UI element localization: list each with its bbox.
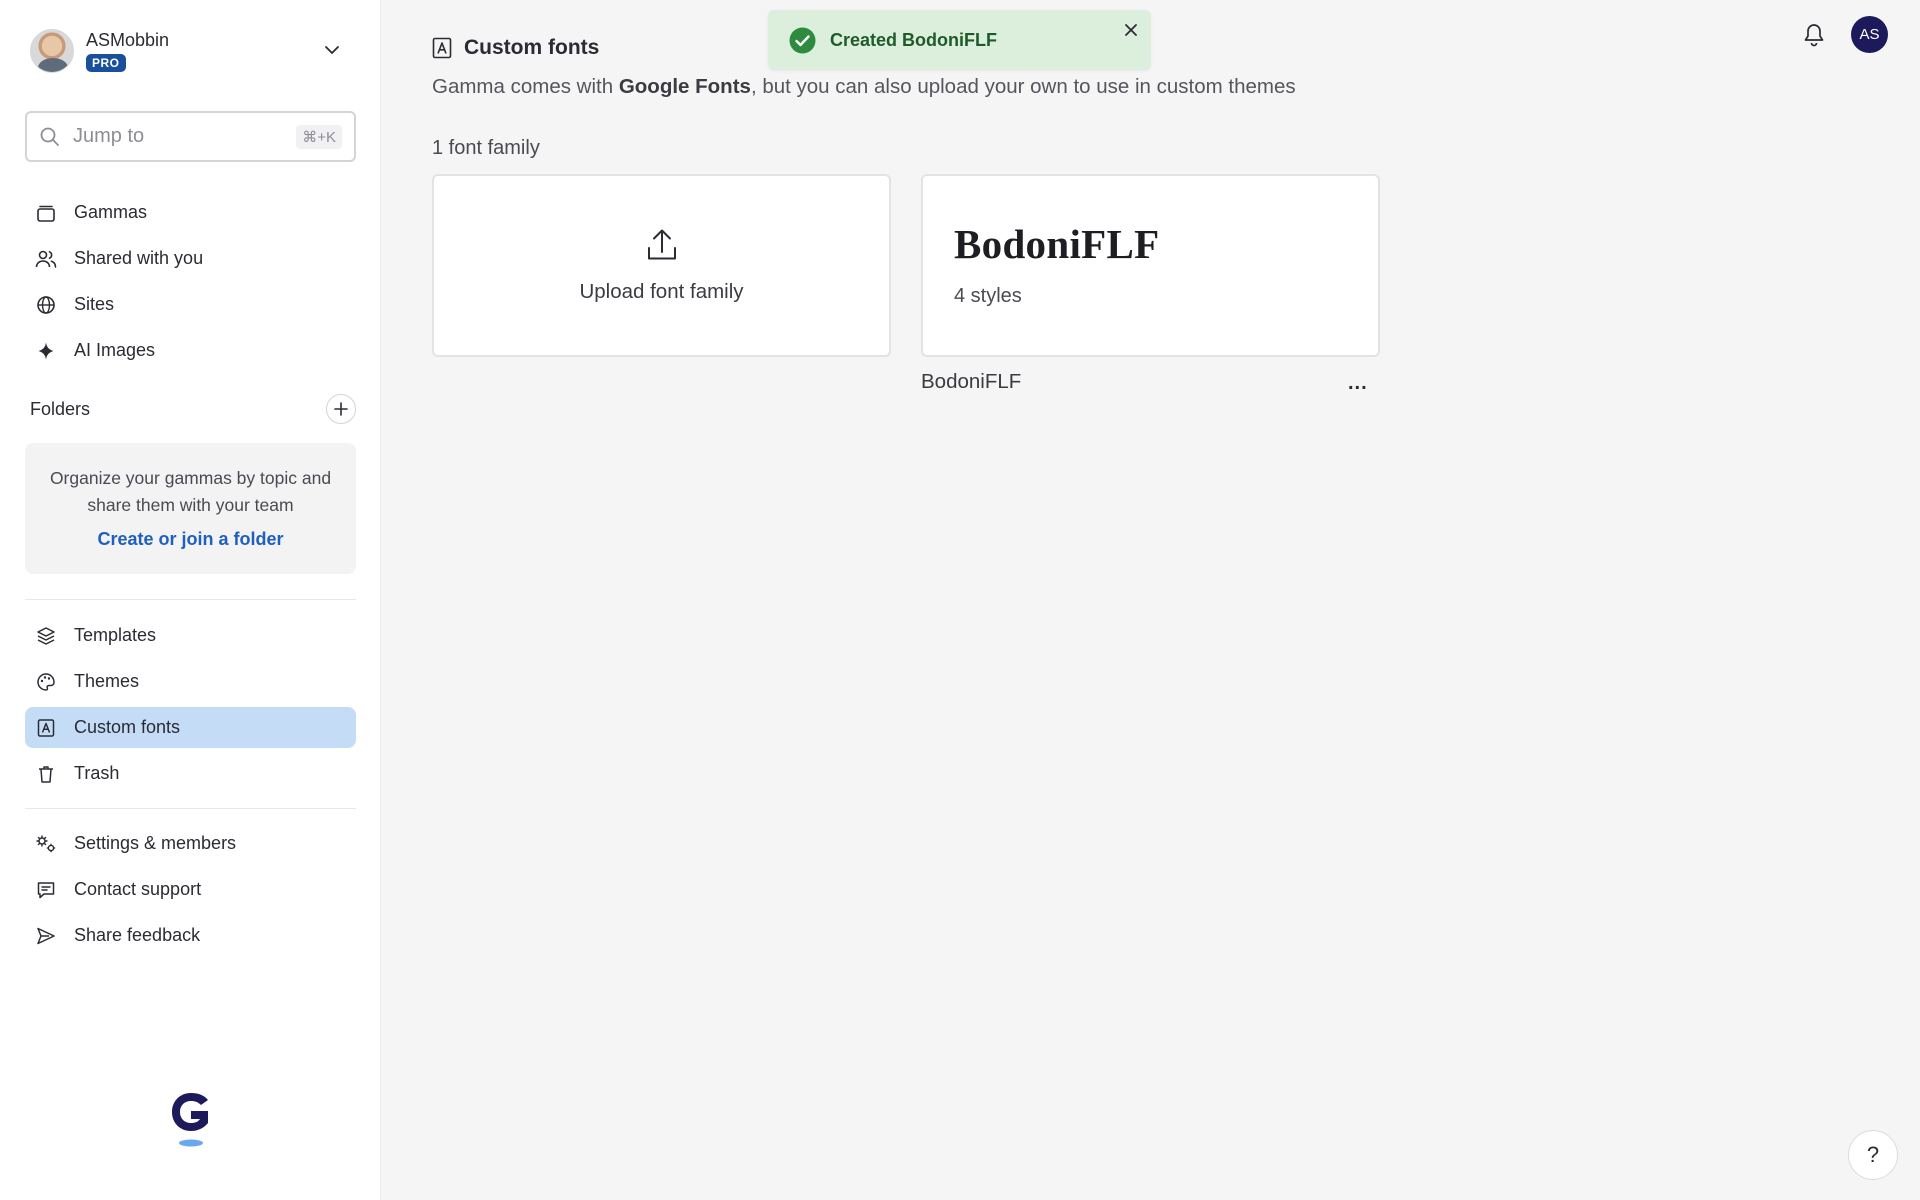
- avatar: [30, 29, 74, 73]
- more-options-button[interactable]: ...: [1348, 372, 1368, 395]
- secondary-nav: Templates Themes Custom fonts Trash: [25, 615, 356, 799]
- nav-item-share-feedback[interactable]: Share feedback: [25, 915, 356, 956]
- font-icon: [35, 717, 57, 739]
- chevron-down-icon[interactable]: [322, 40, 342, 60]
- primary-nav: Gammas Shared with you Sites AI Images: [25, 192, 356, 376]
- divider: [25, 808, 356, 809]
- folders-header: Folders: [30, 392, 356, 426]
- account-switcher[interactable]: ASMobbin PRO: [30, 26, 352, 76]
- upload-label: Upload font family: [579, 279, 744, 303]
- nav-item-themes[interactable]: Themes: [25, 661, 356, 702]
- page-title: Custom fonts: [464, 36, 600, 59]
- nav-item-templates[interactable]: Templates: [25, 615, 356, 656]
- font-icon: [432, 37, 452, 59]
- nav-label: AI Images: [74, 340, 156, 360]
- font-family-name: BodoniFLF: [921, 370, 1022, 393]
- success-toast: Created BodoniFLF: [768, 10, 1151, 70]
- nav-label: Settings & members: [74, 833, 237, 853]
- search-icon: [39, 126, 61, 148]
- plus-icon: [334, 402, 348, 416]
- folders-empty-state: Organize your gammas by topic and share …: [25, 443, 356, 574]
- trash-icon: [35, 763, 57, 785]
- user-avatar-button[interactable]: AS: [1851, 16, 1888, 53]
- font-family-card[interactable]: BodoniFLF 4 styles: [921, 174, 1380, 357]
- toast-message: Created BodoniFLF: [830, 29, 997, 50]
- nav-label: Trash: [74, 763, 120, 783]
- layers-icon: [35, 625, 57, 647]
- nav-item-gammas[interactable]: Gammas: [25, 192, 356, 233]
- send-icon: [35, 925, 57, 947]
- nav-label: Templates: [74, 625, 157, 645]
- nav-label: Themes: [74, 671, 140, 691]
- stack-icon: [35, 202, 57, 224]
- upload-font-button[interactable]: Upload font family: [432, 174, 891, 357]
- gears-icon: [35, 833, 57, 855]
- page-subtitle: Gamma comes with Google Fonts, but you c…: [432, 75, 1296, 99]
- subtitle-emphasis: Google Fonts: [618, 75, 751, 98]
- subtitle-text: Gamma comes with: [432, 75, 619, 98]
- nav-item-sites[interactable]: Sites: [25, 284, 356, 325]
- nav-label: Share feedback: [74, 925, 201, 945]
- upload-icon: [647, 228, 677, 262]
- folders-title: Folders: [30, 398, 91, 419]
- nav-item-custom-fonts[interactable]: Custom fonts: [25, 707, 356, 748]
- page-header: Custom fonts: [432, 36, 599, 60]
- nav-label: Custom fonts: [74, 717, 181, 737]
- font-preview: BodoniFLF: [954, 221, 1160, 267]
- user-name: ASMobbin: [86, 30, 170, 50]
- nav-label: Sites: [74, 294, 115, 314]
- sparkle-icon: [35, 340, 57, 362]
- folders-description: Organize your gammas by topic and share …: [49, 468, 332, 515]
- add-folder-button[interactable]: [326, 394, 356, 424]
- nav-item-shared[interactable]: Shared with you: [25, 238, 356, 279]
- nav-label: Shared with you: [74, 248, 204, 268]
- gamma-logo[interactable]: [170, 1090, 212, 1150]
- nav-item-settings[interactable]: Settings & members: [25, 823, 356, 864]
- sidebar: ASMobbin PRO Jump to ⌘+K Gammas Shared w…: [0, 0, 381, 1200]
- check-circle-icon: [789, 27, 816, 54]
- subtitle-text: , but you can also upload your own to us…: [750, 75, 1296, 98]
- font-style-count: 4 styles: [954, 285, 1022, 307]
- create-folder-link[interactable]: Create or join a folder: [25, 529, 356, 550]
- chat-icon: [35, 879, 57, 901]
- nav-label: Contact support: [74, 879, 202, 899]
- nav-item-contact-support[interactable]: Contact support: [25, 869, 356, 910]
- help-button[interactable]: ?: [1848, 1130, 1898, 1180]
- shortcut-hint: ⌘+K: [296, 124, 342, 149]
- search-placeholder: Jump to: [73, 125, 145, 147]
- users-icon: [35, 248, 57, 270]
- bell-icon[interactable]: [1802, 22, 1826, 48]
- palette-icon: [35, 671, 57, 693]
- nav-item-trash[interactable]: Trash: [25, 753, 356, 794]
- divider: [25, 599, 356, 600]
- nav-label: Gammas: [74, 202, 148, 222]
- plan-badge: PRO: [86, 54, 126, 72]
- tertiary-nav: Settings & members Contact support Share…: [25, 823, 356, 961]
- font-family-count: 1 font family: [432, 137, 540, 159]
- globe-icon: [35, 294, 57, 316]
- search-input[interactable]: Jump to ⌘+K: [25, 111, 356, 162]
- nav-item-ai-images[interactable]: AI Images: [25, 330, 356, 371]
- close-icon[interactable]: [1121, 20, 1141, 40]
